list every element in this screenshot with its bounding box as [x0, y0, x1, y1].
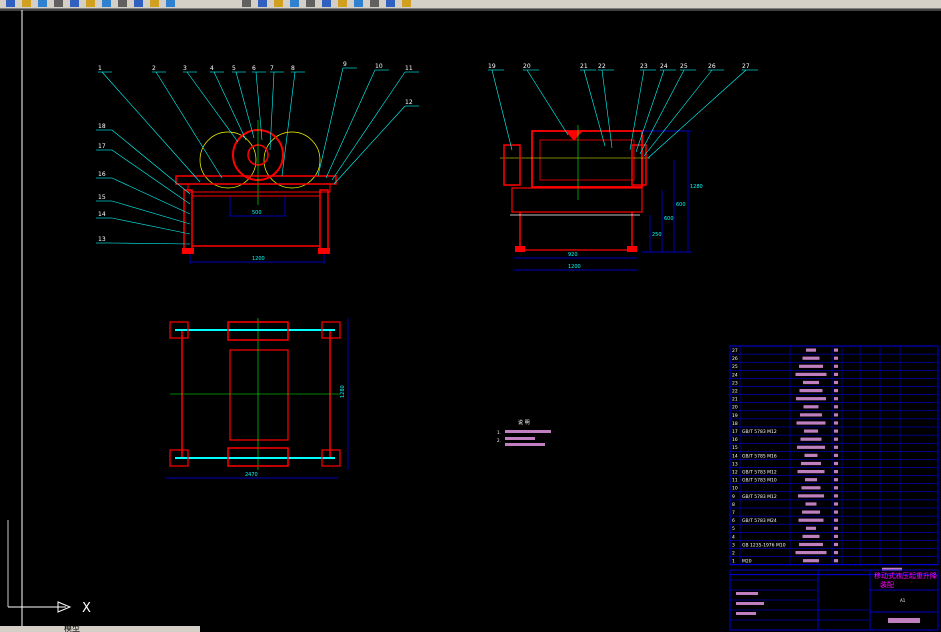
callout-27: 27 [742, 63, 750, 70]
side-dim-w2: 1200 [568, 264, 581, 270]
plan-width-dim: 2470 [245, 472, 258, 478]
side-dim-h3: 600 [676, 202, 686, 208]
bom-row-no: 8 [732, 502, 735, 508]
side-dim-h1: 250 [652, 232, 662, 238]
callout-13: 13 [98, 236, 106, 243]
drawing-canvas[interactable]: 1200 500 1 2 3 4 5 6 7 89 10 1112131415161718 920… [0, 0, 941, 632]
bom-row-no: 21 [732, 397, 738, 403]
side-dim-h2: 600 [664, 216, 674, 222]
callout-3: 3 [183, 65, 187, 72]
bom-row-no: 26 [732, 356, 738, 362]
bom-row-no: 11 [732, 478, 738, 484]
callout-20: 20 [523, 63, 531, 70]
sheet-size: A1 [900, 598, 906, 603]
bom-row-no: 17 [732, 429, 738, 435]
callout-14: 14 [98, 211, 106, 218]
callout-15: 15 [98, 194, 106, 201]
callout-11: 11 [405, 65, 413, 72]
bom-standard: GB/T 5783 M24 [742, 518, 777, 524]
side-view: 920 1200 250 600 600 1280 19 20 21 22 23 24 25… [488, 63, 758, 271]
callout-5: 5 [232, 65, 236, 72]
bom-row-no: 10 [732, 486, 738, 492]
bom-row-no: 6 [732, 518, 735, 524]
svg-text:1.: 1. [497, 430, 501, 435]
side-dim-h4: 1280 [690, 184, 703, 190]
bom-row-no: 24 [732, 372, 738, 378]
callout-23: 23 [640, 63, 648, 70]
callout-6: 6 [252, 65, 256, 72]
bom-row-no: 16 [732, 437, 738, 443]
ucs-icon: X [7, 520, 91, 616]
bom-standard: GB/T 5783 M10 [742, 478, 777, 484]
callout-19: 19 [488, 63, 496, 70]
callout-8: 8 [291, 65, 295, 72]
bom-row-no: 20 [732, 405, 738, 411]
callout-1: 1 [98, 65, 102, 72]
bom-row-no: 27 [732, 348, 738, 354]
bom-standard: GB/T 5785 M16 [742, 453, 777, 459]
drawing-subtitle: 装配 [880, 580, 894, 589]
bom-standard: M20 [742, 559, 752, 565]
bom-row-no: 7 [732, 510, 735, 516]
callout-21: 21 [580, 63, 588, 70]
bom-standard: GB/T 5783 M12 [742, 429, 777, 435]
front-width-dim: 1200 [252, 256, 265, 262]
callout-26: 26 [708, 63, 716, 70]
side-dim-w1: 920 [568, 252, 578, 258]
callout-9: 9 [343, 61, 347, 68]
bom-row-no: 4 [732, 534, 735, 540]
callout-22: 22 [598, 63, 606, 70]
layout-tabs: 模型 [0, 626, 200, 632]
bom-row-no: 2 [732, 551, 735, 557]
bom-row-no: 12 [732, 470, 738, 476]
bom-row-no: 18 [732, 421, 738, 427]
bom-row-no: 13 [732, 461, 738, 467]
bom-row-no: 22 [732, 389, 738, 395]
svg-text:2.: 2. [497, 438, 501, 443]
bom-row-no: 15 [732, 445, 738, 451]
model-tab[interactable]: 模型 [64, 626, 80, 632]
bom-row-no: 14 [732, 453, 738, 459]
plan-view: 2470 1280 [166, 318, 349, 479]
bom-standard: GB/T 5783 M12 [742, 494, 777, 500]
callout-25: 25 [680, 63, 688, 70]
bill-of-materials: 2726252423222120191817 GB/T 5783 M1216151… [729, 345, 939, 576]
callout-2: 2 [152, 65, 156, 72]
notes-title: 说 明 [518, 419, 530, 426]
drawing-title: 移动式液压起重升降 [874, 571, 937, 580]
bom-row-no: 9 [732, 494, 735, 500]
callout-16: 16 [98, 171, 106, 178]
bom-row-no: 1 [732, 559, 735, 565]
bom-row-no: 25 [732, 364, 738, 370]
callout-24: 24 [660, 63, 668, 70]
front-inner-dim: 500 [252, 210, 262, 216]
bom-row-no: 19 [732, 413, 738, 419]
ucs-x-label: X [82, 601, 91, 616]
plan-height-dim: 1280 [340, 385, 346, 398]
bom-row-no: 3 [732, 542, 735, 548]
callout-18: 18 [98, 123, 106, 130]
callout-17: 17 [98, 143, 106, 150]
title-block: 移动式液压起重升降 装配 A1 [729, 569, 939, 631]
bom-standard: GB/T 5783 M12 [742, 470, 777, 476]
bom-standard: GB 1235-1976 M10 [742, 542, 786, 548]
bom-row-no: 23 [732, 380, 738, 386]
bom-row-no: 5 [732, 526, 735, 532]
technical-notes: 说 明 1. 2. [497, 419, 551, 446]
callout-4: 4 [210, 65, 214, 72]
front-view: 1200 500 1 2 3 4 5 6 7 89 10 1112131415161718 [96, 61, 419, 264]
callout-7: 7 [270, 65, 274, 72]
callout-12: 12 [405, 99, 413, 106]
callout-10: 10 [375, 63, 383, 70]
